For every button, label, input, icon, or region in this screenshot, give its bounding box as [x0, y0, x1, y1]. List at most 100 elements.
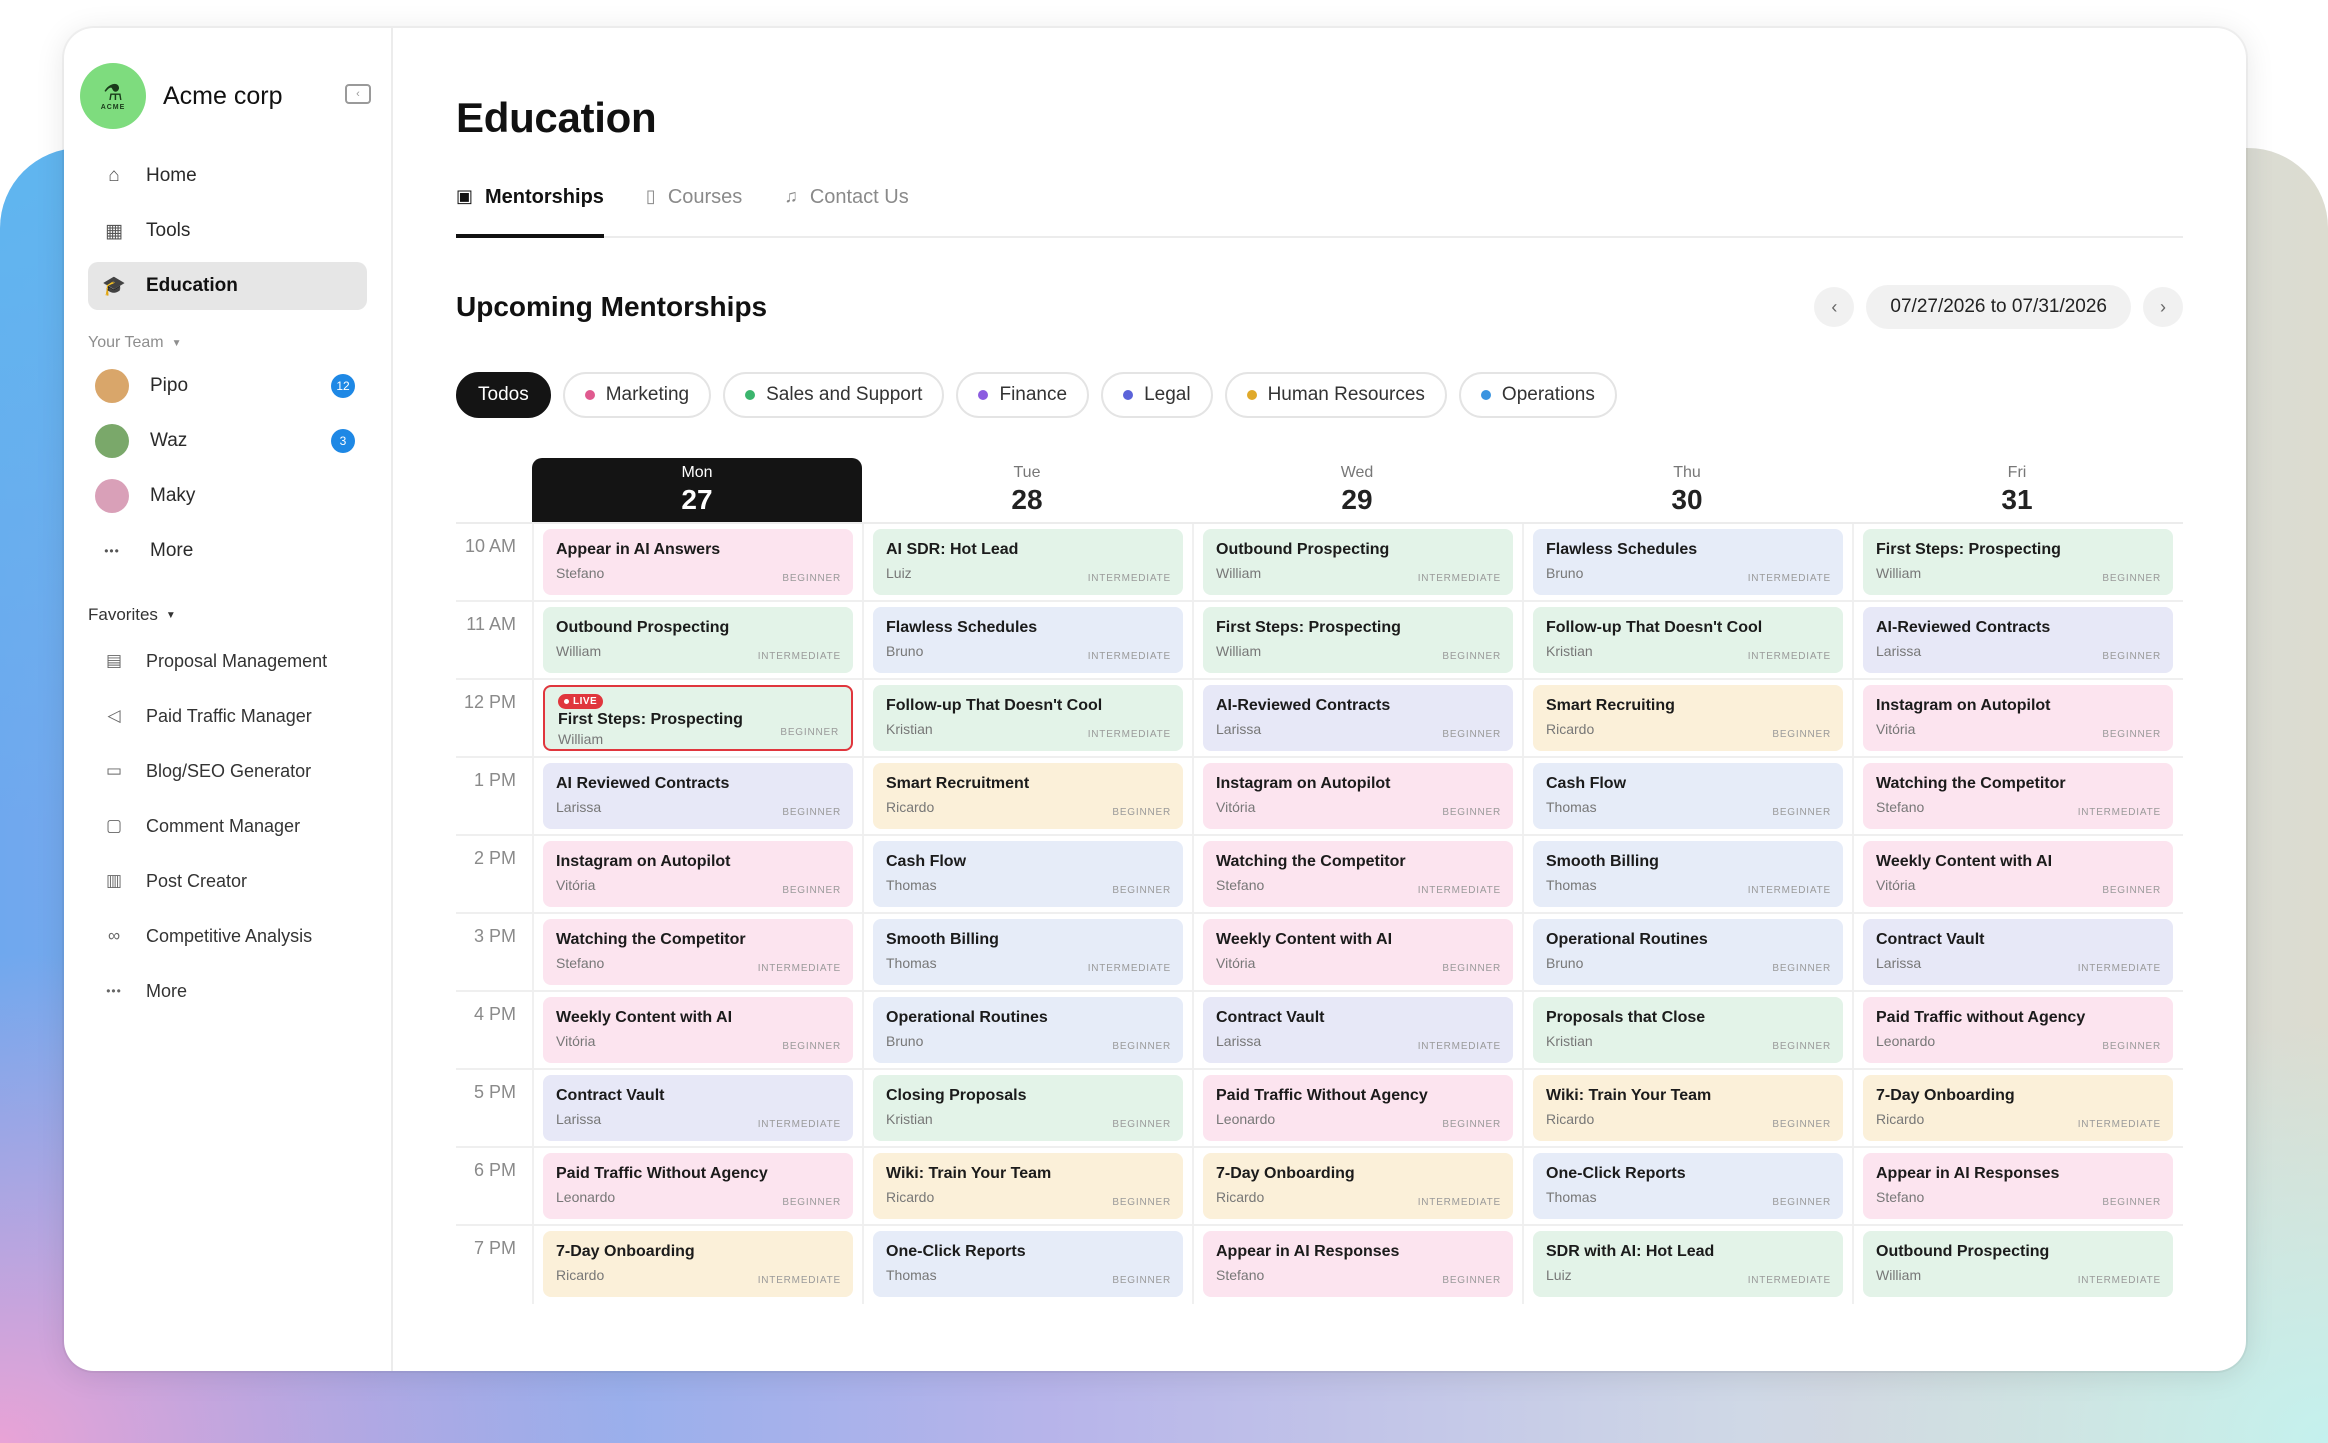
session-card[interactable]: AI-Reviewed Contracts Larissa BEGINNER — [1863, 607, 2173, 673]
favorites-section-label[interactable]: Favorites ▼ — [88, 605, 367, 625]
session-card[interactable]: Closing Proposals Kristian BEGINNER — [873, 1075, 1183, 1141]
filter-chip-sales-and-support[interactable]: Sales and Support — [723, 372, 945, 418]
level-badge: INTERMEDIATE — [757, 963, 841, 974]
day-header-tue: Tue 28 — [862, 458, 1192, 522]
level-badge: INTERMEDIATE — [1417, 885, 1501, 896]
team-more-button[interactable]: ••• More — [88, 527, 367, 575]
avatar — [95, 424, 129, 458]
team-member-pipo[interactable]: Pipo 12 — [88, 362, 367, 410]
filter-chip-human-resources[interactable]: Human Resources — [1224, 372, 1447, 418]
session-card[interactable]: Watching the Competitor Stefano INTERMEDIA… — [1203, 841, 1513, 907]
session-card[interactable]: Contract Vault Larissa INTERMEDIATE — [1203, 997, 1513, 1063]
session-card[interactable]: AI-Reviewed Contracts Larissa BEGINNER — [1203, 685, 1513, 751]
calendar-cell: AI SDR: Hot Lead Luiz INTERMEDIATE — [862, 524, 1192, 600]
favorite-item[interactable]: ▭ Blog/SEO Generator — [88, 747, 367, 795]
session-card[interactable]: Appear in AI Responses Stefano BEGINNER — [1203, 1231, 1513, 1297]
session-card[interactable]: Wiki: Train Your Team Ricardo BEGINNER — [873, 1153, 1183, 1219]
session-card[interactable]: Cash Flow Thomas BEGINNER — [873, 841, 1183, 907]
session-card[interactable]: SDR with AI: Hot Lead Luiz INTERMEDIATE — [1533, 1231, 1843, 1297]
favorites-more-button[interactable]: ••• More — [88, 967, 367, 1015]
session-card[interactable]: First Steps: Prospecting William BEGINNER — [1203, 607, 1513, 673]
filter-chip-operations[interactable]: Operations — [1458, 372, 1617, 418]
session-card[interactable]: Paid Traffic Without Agency Leonardo BEGIN… — [1203, 1075, 1513, 1141]
favorite-item[interactable]: ▤ Proposal Management — [88, 637, 367, 685]
session-card[interactable]: Instagram on Autopilot Vitória BEGINNER — [1203, 763, 1513, 829]
session-card[interactable]: Cash Flow Thomas BEGINNER — [1533, 763, 1843, 829]
nav-item-tools[interactable]: ▦ Tools — [88, 207, 367, 255]
tab-contact-us[interactable]: ♫ Contact Us — [784, 184, 908, 238]
favorite-label: Post Creator — [146, 870, 248, 891]
session-card[interactable]: Watching the Competitor Stefano INTERMEDIA… — [1863, 763, 2173, 829]
session-title: Contract Vault — [1876, 931, 1985, 948]
session-card[interactable]: Operational Routines Bruno BEGINNER — [873, 997, 1183, 1063]
session-card[interactable]: Paid Traffic Without Agency Leonardo BEGIN… — [543, 1153, 853, 1219]
session-card[interactable]: Flawless Schedules Bruno INTERMEDIATE — [873, 607, 1183, 673]
session-card[interactable]: Outbound Prospecting William INTERMEDIATE — [1863, 1231, 2173, 1297]
calendar-cell: Paid Traffic Without Agency Leonardo BEGIN… — [532, 1148, 862, 1224]
session-card[interactable]: AI SDR: Hot Lead Luiz INTERMEDIATE — [873, 529, 1183, 595]
session-card[interactable]: Weekly Content with AI Vitória BEGINNER — [1203, 919, 1513, 985]
tab-mentorships[interactable]: ▣ Mentorships — [456, 184, 604, 238]
session-title: AI Reviewed Contracts — [556, 775, 730, 792]
session-card[interactable]: First Steps: Prospecting William BEGINNER — [1863, 529, 2173, 595]
favorite-item[interactable]: ▢ Comment Manager — [88, 802, 367, 850]
favorite-item[interactable]: ◁ Paid Traffic Manager — [88, 692, 367, 740]
session-card[interactable]: Instagram on Autopilot Vitória BEGINNER — [1863, 685, 2173, 751]
live-session-card[interactable]: LIVE First Steps: Prospecting William BEGIN… — [543, 685, 853, 751]
level-badge: BEGINNER — [1772, 963, 1831, 974]
session-card[interactable]: Weekly Content with AI Vitória BEGINNER — [1863, 841, 2173, 907]
session-card[interactable]: AI Reviewed Contracts Larissa BEGINNER — [543, 763, 853, 829]
session-card[interactable]: Outbound Prospecting William INTERMEDIATE — [543, 607, 853, 673]
time-label: 5 PM — [473, 1082, 516, 1102]
level-badge: BEGINNER — [1442, 807, 1501, 818]
session-card[interactable]: One-Click Reports Thomas BEGINNER — [873, 1231, 1183, 1297]
session-card[interactable]: Proposals that Close Kristian BEGINNER — [1533, 997, 1843, 1063]
session-card[interactable]: 7-Day Onboarding Ricardo INTERMEDIATE — [543, 1231, 853, 1297]
session-card[interactable]: Contract Vault Larissa INTERMEDIATE — [1863, 919, 2173, 985]
filter-chip-finance[interactable]: Finance — [956, 372, 1090, 418]
next-week-button[interactable]: › — [2143, 287, 2183, 327]
section-title: Upcoming Mentorships — [456, 291, 768, 322]
session-card[interactable]: Instagram on Autopilot Vitória BEGINNER — [543, 841, 853, 907]
session-card[interactable]: Smart Recruiting Ricardo BEGINNER — [1533, 685, 1843, 751]
prev-week-button[interactable]: ‹ — [1814, 287, 1855, 327]
session-card[interactable]: Contract Vault Larissa INTERMEDIATE — [543, 1075, 853, 1141]
filter-chip-marketing[interactable]: Marketing — [562, 372, 712, 418]
brand[interactable]: ⚗ ACME Acme corp — [80, 62, 367, 130]
session-title: Flawless Schedules — [886, 619, 1038, 636]
session-card[interactable]: Follow-up That Doesn't Cool Kristian INTER… — [1533, 607, 1843, 673]
team-member-name: Pipo — [150, 375, 189, 396]
tab-courses[interactable]: ▯ Courses — [646, 184, 742, 238]
sidebar-collapse-icon[interactable]: ‹ — [345, 84, 371, 104]
session-card[interactable]: Appear in AI Responses Stefano BEGINNER — [1863, 1153, 2173, 1219]
level-badge: BEGINNER — [1772, 1041, 1831, 1052]
team-section-label[interactable]: Your Team ▼ — [88, 334, 367, 352]
session-card[interactable]: 7-Day Onboarding Ricardo INTERMEDIATE — [1203, 1153, 1513, 1219]
session-card[interactable]: Weekly Content with AI Vitória BEGINNER — [543, 997, 853, 1063]
tab-label: Mentorships — [485, 186, 604, 208]
session-card[interactable]: Watching the Competitor Stefano INTERMEDIA… — [543, 919, 853, 985]
session-card[interactable]: Smart Recruitment Ricardo BEGINNER — [873, 763, 1183, 829]
session-card[interactable]: Smooth Billing Thomas INTERMEDIATE — [1533, 841, 1843, 907]
favorite-item[interactable]: ▥ Post Creator — [88, 857, 367, 905]
calendar-header: Mon 27 Tue 28 Wed 29 Thu 30 Fri 31 — [532, 458, 2183, 522]
date-range-picker[interactable]: 07/27/2026 to 07/31/2026 — [1866, 285, 2131, 329]
session-card[interactable]: Appear in AI Answers Stefano BEGINNER — [543, 529, 853, 595]
nav-item-education[interactable]: 🎓 Education — [88, 262, 367, 310]
favorite-item[interactable]: ∞ Competitive Analysis — [88, 912, 367, 960]
session-card[interactable]: Smooth Billing Thomas INTERMEDIATE — [873, 919, 1183, 985]
filter-chip-todos[interactable]: Todos — [456, 372, 551, 418]
session-card[interactable]: Follow-up That Doesn't Cool Kristian INTER… — [873, 685, 1183, 751]
filter-chip-legal[interactable]: Legal — [1101, 372, 1213, 418]
session-card[interactable]: Operational Routines Bruno BEGINNER — [1533, 919, 1843, 985]
session-card[interactable]: Flawless Schedules Bruno INTERMEDIATE — [1533, 529, 1843, 595]
session-card[interactable]: One-Click Reports Thomas BEGINNER — [1533, 1153, 1843, 1219]
team-member-maky[interactable]: Maky — [88, 472, 367, 520]
session-card[interactable]: Outbound Prospecting William INTERMEDIATE — [1203, 529, 1513, 595]
session-card[interactable]: Wiki: Train Your Team Ricardo BEGINNER — [1533, 1075, 1843, 1141]
session-card[interactable]: 7-Day Onboarding Ricardo INTERMEDIATE — [1863, 1075, 2173, 1141]
session-title: Cash Flow — [886, 853, 967, 870]
session-card[interactable]: Paid Traffic without Agency Leonardo BEGIN… — [1863, 997, 2173, 1063]
nav-item-home[interactable]: ⌂ Home — [88, 152, 367, 200]
team-member-waz[interactable]: Waz 3 — [88, 417, 367, 465]
